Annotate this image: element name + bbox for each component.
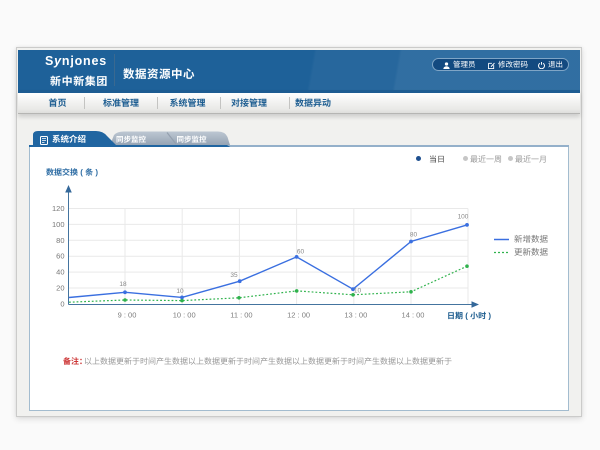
svg-text:日期 ( 小时 ): 日期 ( 小时 ): [447, 312, 491, 321]
svg-text:60: 60: [297, 249, 305, 256]
svg-text:0: 0: [60, 299, 64, 308]
svg-text:10: 10: [354, 288, 362, 295]
svg-text:18: 18: [119, 281, 127, 288]
svg-text:12 : 00: 12 : 00: [287, 311, 310, 320]
svg-text:11 : 00: 11 : 00: [230, 311, 252, 320]
svg-text:20: 20: [56, 284, 64, 293]
svg-text:80: 80: [56, 236, 64, 245]
svg-text:40: 40: [56, 268, 64, 277]
svg-text:80: 80: [410, 232, 418, 239]
svg-text:60: 60: [56, 252, 64, 261]
svg-text:13 : 00: 13 : 00: [344, 311, 367, 320]
svg-text:100: 100: [52, 220, 65, 229]
svg-text:9 : 00: 9 : 00: [118, 311, 137, 320]
svg-text:10: 10: [176, 288, 184, 295]
svg-text:新增数据: 新增数据: [514, 234, 549, 244]
svg-text:120: 120: [52, 204, 65, 213]
svg-text:更新数据: 更新数据: [514, 247, 549, 257]
svg-text:14 : 00: 14 : 00: [402, 311, 425, 320]
svg-text:10 : 00: 10 : 00: [173, 311, 196, 320]
svg-text:100: 100: [458, 214, 469, 221]
svg-text:35: 35: [230, 272, 238, 279]
